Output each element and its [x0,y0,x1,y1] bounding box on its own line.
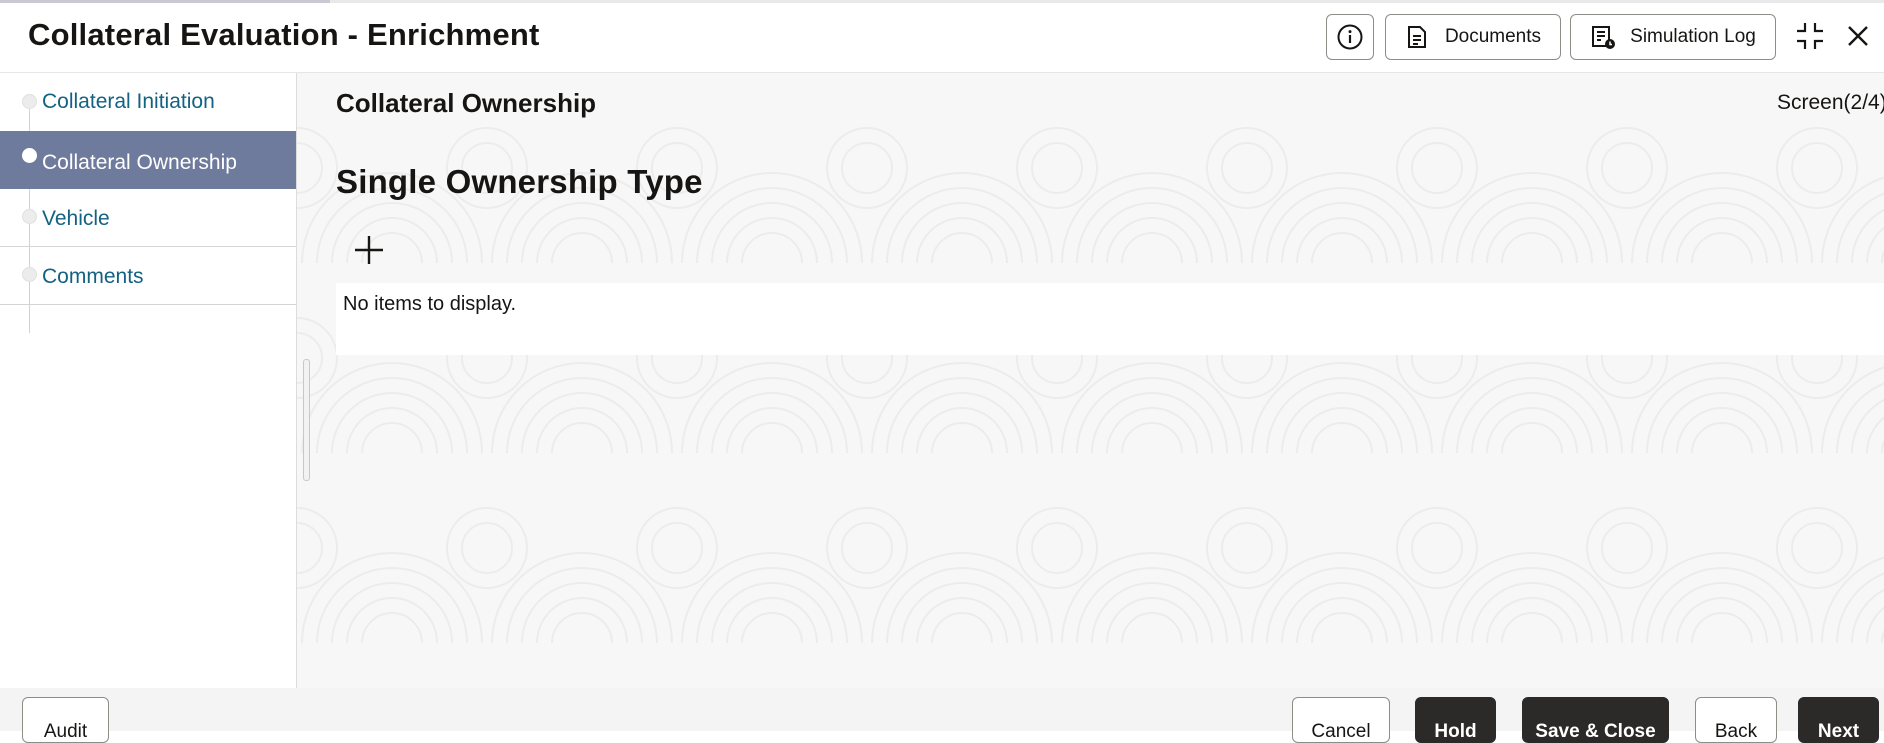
page-title: Collateral Evaluation - Enrichment [28,17,540,52]
simulation-log-label: Simulation Log [1630,26,1756,47]
hold-button[interactable]: Hold [1415,697,1496,743]
info-icon [1336,23,1364,51]
sidebar-item-collateral-initiation[interactable]: Collateral Initiation [0,73,296,131]
sidebar-item-vehicle[interactable]: Vehicle [0,189,296,246]
collapse-icon [1794,20,1826,57]
hold-label: Hold [1434,721,1477,742]
back-label: Back [1714,721,1758,742]
plus-icon [353,234,385,271]
panel-resize-handle[interactable] [303,359,310,481]
subsection-title: Single Ownership Type [336,163,703,200]
back-button[interactable]: Back [1695,697,1777,743]
step-dot-icon [22,94,37,109]
save-close-button[interactable]: Save & Close [1522,697,1669,743]
cancel-button[interactable]: Cancel [1292,697,1390,743]
next-label: Next [1817,721,1860,742]
sidebar-item-label: Collateral Initiation [42,90,215,113]
close-icon [1845,23,1871,54]
train-stop-navigation: Collateral Initiation Collateral Ownersh… [0,73,297,688]
divider [0,304,296,305]
audit-button[interactable]: Audit [22,697,109,743]
section-title: Collateral Ownership [336,88,597,118]
empty-message: No items to display. [343,293,517,315]
sidebar-item-label: Comments [42,265,144,288]
footer-bar: Audit Cancel Hold Save & Close Back Next [0,688,1884,743]
cancel-label: Cancel [1311,721,1371,742]
next-button[interactable]: Next [1798,697,1879,743]
documents-label: Documents [1444,26,1542,47]
step-dot-icon [22,209,37,224]
documents-button[interactable]: Documents [1385,14,1561,60]
save-close-label: Save & Close [1535,721,1656,742]
simulation-log-button[interactable]: Simulation Log [1570,14,1776,60]
page-header: Collateral Evaluation - Enrichment Docum… [0,3,1884,73]
empty-list-area [336,283,1884,355]
sidebar-item-label: Vehicle [42,207,110,230]
log-icon [1590,24,1616,50]
step-dot-icon [22,148,37,163]
audit-label: Audit [43,721,88,742]
sidebar-item-collateral-ownership[interactable]: Collateral Ownership [0,131,296,189]
step-dot-icon [22,267,37,282]
sidebar-item-label: Collateral Ownership [42,151,237,174]
add-ownership-button[interactable] [352,235,386,269]
main-content: Collateral Ownership Screen(2/4) Single … [297,73,1884,688]
collapse-button[interactable] [1793,21,1827,55]
close-button[interactable] [1841,21,1875,55]
document-icon [1405,24,1431,50]
sidebar-item-comments[interactable]: Comments [0,247,296,304]
info-button[interactable] [1326,14,1374,60]
screen-indicator: Screen(2/4) [1777,91,1884,114]
